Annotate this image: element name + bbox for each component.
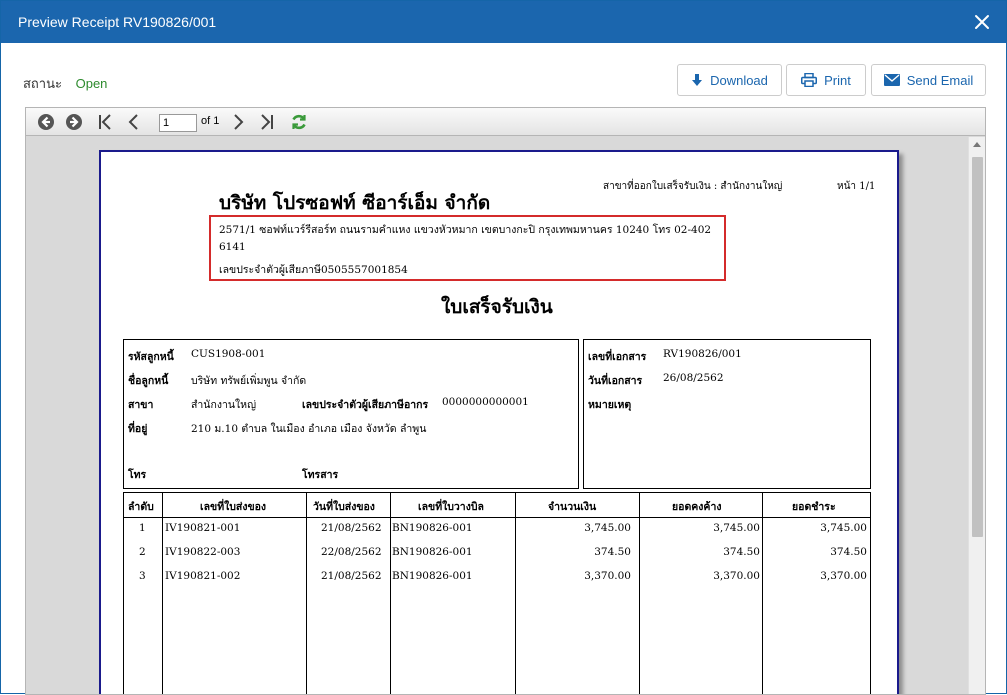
document-no: RV190826/001 [663, 348, 742, 360]
download-icon [691, 73, 703, 87]
customer-code-label: รหัสลูกหนี้ [128, 351, 174, 363]
row-seq: 2 [139, 546, 146, 558]
issuing-branch: สาขาที่ออกใบเสร็จรับเงิน : สำนักงานใหญ่ [603, 181, 783, 192]
forward-icon[interactable] [64, 112, 84, 132]
customer-code: CUS1908-001 [191, 348, 266, 360]
close-icon[interactable] [969, 9, 995, 35]
page-count-label: of 1 [201, 115, 220, 127]
row-invoice: IV190821-002 [165, 570, 241, 582]
row-outstanding: 3,370.00 [713, 570, 760, 582]
row-amount: 374.50 [594, 546, 631, 558]
row-invoice-date: 21/08/2562 [321, 570, 382, 582]
previous-page-icon[interactable] [124, 112, 144, 132]
envelope-icon [883, 74, 900, 86]
viewer-toolbar: 1 of 1 [26, 108, 985, 136]
download-button[interactable]: Download [677, 64, 782, 96]
column-divider [762, 493, 763, 694]
back-icon[interactable] [36, 112, 56, 132]
refresh-icon[interactable] [289, 112, 309, 132]
download-label: Download [710, 72, 768, 88]
row-outstanding: 374.50 [723, 546, 760, 558]
company-address-line2: 6141 [219, 241, 246, 253]
status-label: สถานะ [23, 76, 62, 91]
customer-name-label: ชื่อลูกหนี้ [128, 375, 169, 387]
column-divider [639, 493, 640, 694]
header-divider [124, 517, 870, 518]
document-no-label: เลขที่เอกสาร [588, 351, 647, 363]
row-outstanding: 3,745.00 [713, 522, 760, 534]
customer-address: 210 ม.10 ตำบล ในเมือง อำเภอ เมือง จังหวั… [191, 423, 427, 435]
printer-icon [801, 73, 818, 87]
print-button[interactable]: Print [786, 64, 866, 96]
report-viewer: 1 of 1 สาขาที่ออกใบเสร็จรับเงิน : สำนักง… [25, 107, 986, 695]
customer-address-label: ที่อยู่ [128, 423, 148, 435]
receipt-page: สาขาที่ออกใบเสร็จรับเงิน : สำนักงานใหญ่ … [99, 150, 899, 694]
send-email-button[interactable]: Send Email [871, 64, 986, 96]
first-page-icon[interactable] [96, 112, 116, 132]
row-invoice: IV190822-003 [165, 546, 241, 558]
customer-taxid-label: เลขประจำตัวผู้เสียภาษีอากร [302, 399, 429, 411]
preview-receipt-dialog: Preview Receipt RV190826/001 สถานะ Open … [0, 0, 1007, 695]
receipt-items-table: ลำดับ เลขที่ใบส่งของ วันที่ใบส่งของ เลขท… [123, 492, 871, 694]
dialog-title: Preview Receipt RV190826/001 [18, 14, 217, 30]
row-billing: BN190826-001 [392, 522, 473, 534]
viewer-scrollbar[interactable] [968, 137, 985, 694]
row-paid: 374.50 [830, 546, 867, 558]
customer-branch: สำนักงานใหญ่ [191, 399, 257, 411]
company-tax-id: เลขประจำตัวผู้เสียภาษี0505557001854 [219, 264, 408, 276]
status-value: Open [75, 76, 108, 91]
customer-fax-label: โทรสาร [302, 469, 339, 481]
document-title: ใบเสร็จรับเงิน [441, 296, 553, 318]
table-header-paid: ยอดชำระ [792, 501, 836, 513]
row-invoice: IV190821-001 [165, 522, 241, 534]
row-paid: 3,370.00 [820, 570, 867, 582]
column-divider [390, 493, 391, 694]
company-name: บริษัท โปรซอฟท์ ซีอาร์เอ็ม จำกัด [219, 192, 491, 214]
status-row: สถานะ Open [23, 73, 107, 94]
column-divider [306, 493, 307, 694]
document-date-label: วันที่เอกสาร [588, 375, 643, 387]
dialog-titlebar: Preview Receipt RV190826/001 [1, 1, 1006, 43]
send-email-label: Send Email [906, 72, 974, 88]
row-invoice-date: 22/08/2562 [321, 546, 382, 558]
customer-phone-label: โทร [128, 469, 147, 481]
column-divider [515, 493, 516, 694]
scrollbar-thumb[interactable] [972, 157, 983, 537]
print-label: Print [824, 72, 851, 88]
row-amount: 3,745.00 [584, 522, 631, 534]
customer-taxid: 0000000000001 [442, 396, 529, 408]
row-billing: BN190826-001 [392, 570, 473, 582]
page-number-input[interactable]: 1 [159, 114, 197, 132]
column-divider [162, 493, 163, 694]
row-invoice-date: 21/08/2562 [321, 522, 382, 534]
customer-branch-label: สาขา [128, 399, 154, 411]
table-header-invoice-date: วันที่ใบส่งของ [313, 501, 375, 513]
customer-info-box: รหัสลูกหนี้ CUS1908-001 ชื่อลูกหนี้ บริษ… [123, 339, 579, 489]
table-header-billing: เลขที่ใบวางบิล [418, 501, 484, 513]
page-indicator: หน้า 1/1 [837, 181, 876, 192]
document-note-label: หมายเหตุ [588, 399, 632, 411]
table-header-invoice: เลขที่ใบส่งของ [200, 501, 267, 513]
document-date: 26/08/2562 [663, 372, 724, 384]
row-amount: 3,370.00 [584, 570, 631, 582]
row-billing: BN190826-001 [392, 546, 473, 558]
table-header-seq: ลำดับ [128, 501, 154, 513]
document-info-box: เลขที่เอกสาร RV190826/001 วันที่เอกสาร 2… [583, 339, 871, 489]
customer-name: บริษัท ทรัพย์เพิ่มพูน จำกัด [191, 375, 307, 387]
row-paid: 3,745.00 [820, 522, 867, 534]
row-seq: 1 [139, 522, 146, 534]
table-header-amount: จำนวนเงิน [548, 501, 597, 513]
scroll-up-icon[interactable] [973, 142, 981, 147]
last-page-icon[interactable] [256, 112, 276, 132]
row-seq: 3 [139, 570, 146, 582]
company-address-line1: 2571/1 ซอฟท์แวร์รีสอร์ท ถนนรามคำแหง แขวง… [219, 224, 712, 236]
table-header-outstanding: ยอดคงค้าง [672, 501, 722, 513]
next-page-icon[interactable] [228, 112, 248, 132]
